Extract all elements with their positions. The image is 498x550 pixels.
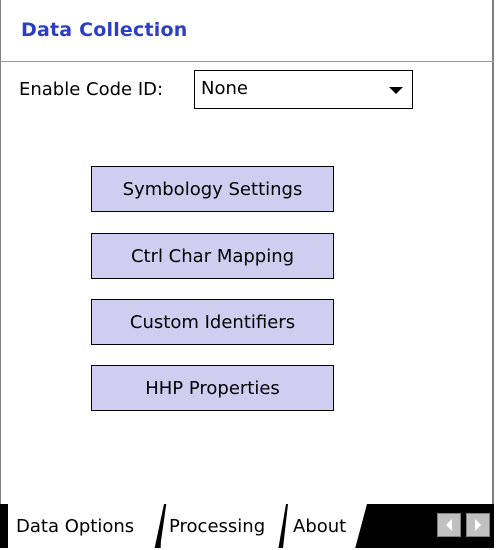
tab-scroll-right-button[interactable] [466,513,490,537]
tab-processing[interactable]: Processing [160,504,286,548]
ctrl-char-mapping-button[interactable]: Ctrl Char Mapping [91,233,334,279]
page-title: Data Collection [21,19,188,41]
enable-code-id-value: None [201,78,248,99]
enable-code-id-label: Enable Code ID: [19,79,164,100]
custom-identifiers-button[interactable]: Custom Identifiers [91,299,334,345]
title-bar: Data Collection [0,0,494,62]
tab-scroll-left-button[interactable] [437,513,461,537]
enable-code-id-select[interactable]: None [194,70,413,109]
tab-data-options[interactable]: Data Options [8,504,164,548]
tab-about[interactable]: About [283,504,367,548]
chevron-down-icon[interactable] [389,87,403,94]
symbology-settings-button[interactable]: Symbology Settings [91,166,334,212]
hhp-properties-button[interactable]: HHP Properties [91,365,334,411]
arrow-right-icon [475,519,481,531]
arrow-left-icon [446,519,452,531]
